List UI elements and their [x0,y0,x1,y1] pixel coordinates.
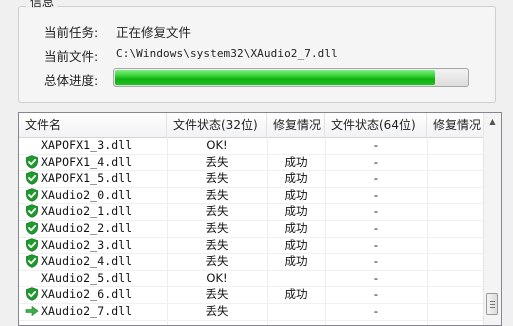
cell-status32: OK! [206,138,228,152]
cell-repair64 [427,187,487,203]
cell-status32: 丢失 [205,237,229,252]
cell-repair32: 成功 [284,204,308,219]
cell-repair64 [427,303,487,319]
cell-name: XAudio2_1.dll [41,204,133,219]
list-header: 文件名 文件状态(32位) 修复情况 文件状态(64位) 修复情况 [19,113,484,138]
overall-progress-label: 总体进度: [44,73,99,88]
table-row[interactable]: XAPOFX1_5.dll 丢失 成功 - [19,170,484,188]
current-task-label: 当前任务: [44,25,99,40]
cell-repair32 [267,137,325,153]
cell-repair64 [427,203,487,219]
cell-repair32 [267,270,325,286]
cell-repair32: 成功 [284,154,308,169]
cell-name: XAPOFX1_4.dll [41,154,133,169]
cell-repair64 [427,170,487,186]
cell-name: XAudio2_2.dll [41,221,133,235]
cell-status32: 丢失 [205,287,229,302]
cell-repair32: 成功 [284,187,308,202]
cell-status64: - [373,254,379,269]
grip-line [490,304,495,305]
cell-repair64 [427,154,487,170]
cell-status64: - [373,287,379,302]
cell-name: XAudio2_3.dll [41,237,133,252]
cell-status32: 丢失 [205,254,229,269]
cell-status32: 丢失 [205,187,229,202]
shield-check-icon [25,188,39,202]
table-row[interactable]: XAPOFX1_4.dll 丢失 成功 - [19,154,484,172]
table-row[interactable]: XAudio2_0.dll 丢失 成功 - [19,187,484,205]
cell-repair32: 成功 [284,287,308,302]
column-header-status64[interactable]: 文件状态(64位) [325,113,427,137]
cell-repair64 [427,220,487,236]
cell-status64: - [373,304,379,318]
column-header-repair64[interactable]: 修复情况 [427,113,487,137]
grip-line [490,307,495,308]
info-group-title: 信息 [26,0,59,8]
column-header-repair32[interactable]: 修复情况 [267,113,325,137]
cell-status64: - [373,154,379,169]
cell-status64: - [373,171,379,186]
cell-repair64 [427,286,487,302]
cell-name: XAudio2_6.dll [41,287,133,302]
cell-repair32: 成功 [284,237,308,252]
cell-status32: 丢失 [205,171,229,186]
cell-status64: - [373,270,379,285]
shield-check-icon [25,287,39,302]
cell-repair32: 成功 [284,254,308,269]
grip-line [490,301,495,302]
shield-check-icon [25,254,39,268]
cell-name: XAPOFX1_3.dll [41,138,133,152]
cell-repair32 [267,303,325,319]
cell-repair64 [427,237,487,253]
table-row[interactable]: XAudio2_4.dll 丢失 成功 - [19,253,484,271]
cell-name: XAudio2_4.dll [41,254,133,269]
cell-repair32: 成功 [284,221,308,235]
cell-status64: - [373,204,379,219]
table-row[interactable]: XAudio2_5.dll OK! - [19,270,484,288]
shield-check-icon [25,237,39,252]
cell-status64: - [373,187,379,202]
cell-status32: OK! [206,270,228,285]
shield-check-icon [25,204,39,219]
cell-status64: - [373,237,379,252]
cell-status32: 丢失 [205,204,229,219]
cell-status64: - [373,138,379,152]
table-row[interactable]: XAudio2_3.dll 丢失 成功 - [19,237,484,255]
cell-status32: 丢失 [205,304,229,318]
shield-check-icon [25,154,39,169]
file-list[interactable]: 文件名 文件状态(32位) 修复情况 文件状态(64位) 修复情况 XAPOFX… [18,112,502,326]
cell-name: XAPOFX1_5.dll [41,171,133,186]
arrow-right-icon [25,304,39,318]
table-row[interactable]: XAPOFX1_3.dll OK! - [19,137,484,155]
cell-name: XAudio2_5.dll [41,270,133,285]
column-header-status32[interactable]: 文件状态(32位) [167,113,267,137]
table-row[interactable]: XAudio2_2.dll 丢失 成功 - [19,220,484,238]
current-file-value: C:\Windows\system32\XAudio2_7.dll [116,47,338,60]
progress-fill [115,70,435,85]
cell-status64: - [373,221,379,235]
cell-repair32: 成功 [284,171,308,186]
scroll-up-arrow-icon[interactable]: ▲ [484,113,501,130]
table-row[interactable]: XAudio2_1.dll 丢失 成功 - [19,203,484,221]
table-row[interactable]: XAudio2_7.dll 丢失 - [19,303,484,321]
list-rows: XAPOFX1_3.dll OK! - XAPOFX1_4.dll 丢失 成功 - XAPOF… [19,137,484,325]
cell-name: XAudio2_7.dll [41,304,133,318]
column-header-filename[interactable]: 文件名 [19,113,167,137]
cell-repair64 [427,137,487,153]
cell-repair64 [427,253,487,269]
scrollbar-thumb[interactable] [486,293,498,315]
cell-repair64 [427,270,487,286]
table-row[interactable]: XAudio2_6.dll 丢失 成功 - [19,286,484,304]
cell-status32: 丢失 [205,221,229,235]
cell-name: XAudio2_0.dll [41,187,133,202]
current-task-value: 正在修复文件 [116,25,192,40]
vertical-scrollbar[interactable]: ▲ [483,113,501,325]
cell-status32: 丢失 [205,154,229,169]
current-file-label: 当前文件: [44,49,99,64]
shield-check-icon [25,171,39,185]
shield-check-icon [25,221,39,235]
overall-progress-bar [113,68,469,87]
